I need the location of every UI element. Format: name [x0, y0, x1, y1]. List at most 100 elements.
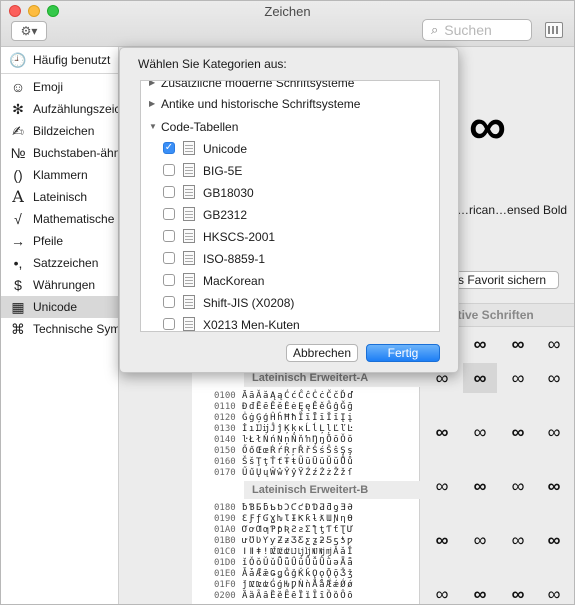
- group-row-modern-scripts[interactable]: ▶ Zusätzliche moderne Schriftsysteme: [141, 80, 439, 94]
- group-row-historic-scripts[interactable]: ▶ Antike und historische Schriftsysteme: [141, 93, 439, 115]
- cancel-button[interactable]: Abbrechen: [286, 344, 358, 362]
- done-button[interactable]: Fertig: [366, 344, 440, 362]
- checkbox[interactable]: [163, 230, 175, 242]
- list-item[interactable]: MacKorean: [141, 270, 439, 292]
- square-root-icon: √: [14, 211, 22, 227]
- variant-cell[interactable]: ∞: [463, 363, 497, 393]
- table-row[interactable]: 0190 ƐƑƒƓƔƕƖƗƘƙƚƛƜƝƞƟ: [214, 514, 354, 525]
- table-row[interactable]: 01C0 ǀǁǂǃǄǅǆǇǈǉǊǋǌǍǎǏ: [214, 547, 354, 558]
- list-item[interactable]: ISO-8859-1: [141, 248, 439, 270]
- sidebar-item-letterlike[interactable]: № Buchstaben-ähnliche Symbole: [1, 142, 118, 164]
- window-title: Zeichen: [264, 4, 311, 19]
- variant-cell[interactable]: ∞: [463, 417, 497, 447]
- sidebar-item-pictographs[interactable]: ✍ Bildzeichen: [1, 120, 118, 142]
- variant-cell[interactable]: ∞: [501, 579, 535, 604]
- sidebar-item-label: Aufzählungszeichen/Sterne: [33, 102, 118, 116]
- table-row[interactable]: 0140 ŀŁłŃńŅņŇňŉŊŋŌōŎŏ: [214, 435, 354, 446]
- group-label: Zusätzliche moderne Schriftsysteme: [161, 80, 355, 90]
- variant-cell[interactable]: ∞: [501, 525, 535, 555]
- variant-cell[interactable]: ∞: [537, 579, 571, 604]
- variant-cell[interactable]: ∞: [425, 525, 459, 555]
- variant-cell[interactable]: ∞: [463, 329, 497, 359]
- command-key-icon: ⌘: [11, 321, 25, 337]
- sidebar-item-technical[interactable]: ⌘ Technische Symbole: [1, 318, 118, 340]
- variant-cell[interactable]: ∞: [537, 471, 571, 501]
- group-row-code-tables[interactable]: ▼ Code-Tabellen: [141, 116, 439, 138]
- table-row[interactable]: 0180 ƀƁƂƃƄƅƆƇƈƉƊƋƌƍƎƏ: [214, 503, 354, 514]
- variant-cell[interactable]: ∞: [501, 363, 535, 393]
- sidebar-item-label: Klammern: [33, 168, 88, 182]
- table-row[interactable]: 01D0 ǐǑǒǓǔǕǖǗǘǙǚǛǜǝǞǟ: [214, 558, 354, 569]
- variant-cell[interactable]: ∞: [537, 525, 571, 555]
- table-row[interactable]: 01E0 ǠǡǢǣǤǥǦǧǨǩǪǫǬǭǮǯ: [214, 569, 354, 580]
- table-row[interactable]: 0130 İıĲĳĴĵĶķĸĹĺĻļĽľĿ: [214, 424, 354, 435]
- checkbox[interactable]: [163, 296, 175, 308]
- table-row[interactable]: 01A0 ƠơƢƣƤƥƦƧƨƩƪƫƬƭƮƯ: [214, 525, 354, 536]
- item-label: GB18030: [203, 186, 254, 200]
- code-table-icon: [183, 141, 195, 155]
- variant-cell[interactable]: ∞: [425, 417, 459, 447]
- disclosure-right-icon[interactable]: ▶: [149, 93, 155, 115]
- checkbox[interactable]: [163, 274, 175, 286]
- variant-cell[interactable]: ∞: [425, 579, 459, 604]
- list-item[interactable]: BIG-5E: [141, 160, 439, 182]
- variant-cell[interactable]: ∞: [537, 329, 571, 359]
- code-table-icon: [183, 229, 195, 243]
- sidebar-item-punctuation[interactable]: •, Satzzeichen: [1, 252, 118, 274]
- sidebar-item-latin[interactable]: A Lateinisch: [1, 186, 118, 208]
- checkbox-checked[interactable]: ✓: [163, 142, 175, 154]
- variant-cell[interactable]: ∞: [537, 417, 571, 447]
- list-item[interactable]: GB18030: [141, 182, 439, 204]
- variant-cell[interactable]: ∞: [463, 579, 497, 604]
- table-row[interactable]: 0160 ŠšŢţŤťŦŧŨũŪūŬŭŮů: [214, 457, 354, 468]
- disclosure-down-icon[interactable]: ▼: [149, 116, 157, 138]
- variant-cell[interactable]: ∞: [501, 329, 535, 359]
- group-label: Code-Tabellen: [161, 120, 239, 134]
- table-row[interactable]: 0150 ŐőŒœŔŕŖŗŘřŚśŜŝŞş: [214, 446, 354, 457]
- list-item[interactable]: X0213 Men-Kuten: [141, 314, 439, 332]
- table-row[interactable]: 01B0 ưƱƲƳƴƵƶƷƸƹƺƻƼƽƾƿ: [214, 536, 354, 547]
- variant-cell[interactable]: ∞: [501, 417, 535, 447]
- list-item[interactable]: ✓ Unicode: [141, 138, 439, 160]
- variant-cell[interactable]: ∞: [501, 471, 535, 501]
- checkbox[interactable]: [163, 208, 175, 220]
- variant-cell[interactable]: ∞: [463, 471, 497, 501]
- sidebar-item-label: Häufig benutzt: [33, 53, 111, 67]
- sidebar-item-frequently-used[interactable]: 🕘 Häufig benutzt: [1, 49, 118, 71]
- gear-menu-button[interactable]: ⚙︎▾: [11, 21, 47, 41]
- checkbox[interactable]: [163, 164, 175, 176]
- sidebar-item-unicode[interactable]: ▦ Unicode: [1, 296, 118, 318]
- table-row[interactable]: 0200 ȀȁȂȃȄȅȆȇȈȉȊȋȌȍȎȏ: [214, 591, 354, 602]
- item-label: X0213 Men-Kuten: [203, 318, 300, 332]
- sidebar-item-emoji[interactable]: ☺ Emoji: [1, 76, 118, 98]
- writing-hand-icon: ✍: [12, 123, 24, 139]
- list-item[interactable]: HKSCS-2001: [141, 226, 439, 248]
- checkbox[interactable]: [163, 186, 175, 198]
- variant-cell[interactable]: ∞: [425, 471, 459, 501]
- list-item[interactable]: Shift-JIS (X0208): [141, 292, 439, 314]
- search-field[interactable]: ⌕ Suchen: [422, 19, 532, 41]
- table-row[interactable]: 01F0 ǰǱǲǳǴǵǶǷǸǹǺǻǼǽǾǿ: [214, 580, 354, 591]
- list-item[interactable]: GB2312: [141, 204, 439, 226]
- sidebar-item-currency[interactable]: $ Währungen: [1, 274, 118, 296]
- sidebar-item-math[interactable]: √ Mathematische Symbole: [1, 208, 118, 230]
- table-grid-icon: ▦: [11, 299, 25, 315]
- item-label: GB2312: [203, 208, 248, 222]
- unicode-table: Lateinisch Erweitert-A 0100 ĀāĂăĄąĆćĈĉĊċČ…: [192, 365, 420, 604]
- table-row[interactable]: 0110 ĐđĒēĔĕĖėĘęĚěĜĝĞğ: [214, 402, 354, 413]
- sidebar-item-brackets[interactable]: () Klammern: [1, 164, 118, 186]
- code-table-icon: [183, 273, 195, 287]
- table-row[interactable]: 0170 ŰűŲųŴŵŶŷŸŹźŻżŽžſ: [214, 468, 354, 479]
- checkbox[interactable]: [163, 318, 175, 330]
- sidebar-item-arrows[interactable]: → Pfeile: [1, 230, 118, 252]
- add-to-favorites-button[interactable]: s Favorit sichern: [455, 271, 559, 289]
- variant-cell[interactable]: ∞: [463, 525, 497, 555]
- table-row[interactable]: 0120 ĠġĢģĤĥĦħĨĩĪīĬĭĮį: [214, 413, 354, 424]
- checkbox[interactable]: [163, 252, 175, 264]
- disclosure-right-icon[interactable]: ▶: [149, 81, 155, 94]
- keyboard-viewer-icon[interactable]: [545, 22, 563, 38]
- variant-cell[interactable]: ∞: [537, 363, 571, 393]
- code-table-icon: [183, 207, 195, 221]
- sidebar-item-bullets-stars[interactable]: ✻ Aufzählungszeichen/Sterne: [1, 98, 118, 120]
- table-row[interactable]: 0100 ĀāĂăĄąĆćĈĉĊċČčĎď: [214, 391, 354, 402]
